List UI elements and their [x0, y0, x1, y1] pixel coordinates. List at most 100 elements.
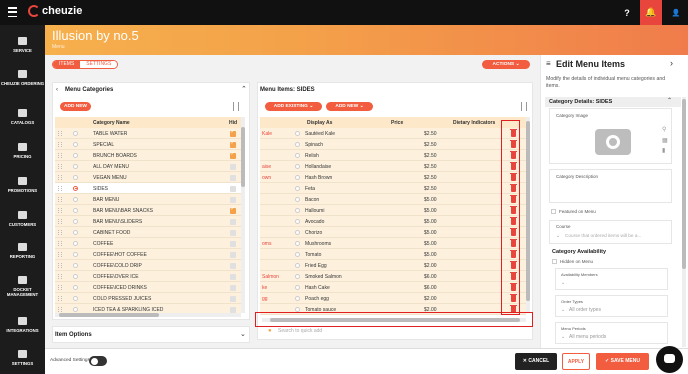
drag-handle-icon[interactable] — [58, 296, 62, 301]
tab-settings[interactable]: SETTINGS — [80, 61, 118, 68]
menu-item-row[interactable]: ke Hash Cake $6.00 — [260, 282, 526, 293]
category-radio[interactable] — [73, 295, 78, 301]
hide-checkbox[interactable] — [230, 185, 236, 192]
actions-button[interactable]: ACTIONS ⌄ — [482, 60, 530, 69]
item-radio[interactable] — [295, 185, 300, 191]
hide-checkbox[interactable] — [230, 229, 236, 236]
hide-checkbox[interactable] — [230, 218, 236, 225]
delete-image-icon[interactable]: ▮ — [662, 147, 665, 154]
user-icon[interactable]: 👤 — [665, 0, 687, 25]
drag-handle-icon[interactable] — [58, 241, 62, 246]
category-row[interactable]: BAR MENU\SLIDERS — [55, 216, 241, 227]
category-row[interactable]: SPECIAL — [55, 139, 241, 150]
hide-checkbox[interactable] — [230, 129, 236, 137]
item-radio[interactable] — [295, 163, 300, 169]
drag-handle-icon[interactable] — [58, 208, 62, 213]
sidebar-item-integrations[interactable]: INTEGRATIONS — [0, 317, 45, 333]
sidebar-item-reporting[interactable]: REPORTING — [0, 243, 45, 259]
item-radio[interactable] — [295, 273, 300, 279]
menu-item-row[interactable]: Bacon $5.00 — [260, 194, 526, 205]
menu-item-row[interactable]: Relish $2.50 — [260, 150, 526, 161]
course-select[interactable]: Course ⌄ Course that ordered items will … — [549, 220, 672, 244]
drag-handle-icon[interactable] — [58, 175, 62, 180]
drag-handle-icon[interactable] — [58, 164, 62, 169]
item-radio[interactable] — [295, 229, 300, 235]
item-radio[interactable] — [295, 130, 300, 136]
hide-checkbox[interactable] — [230, 163, 236, 170]
hide-checkbox[interactable] — [230, 140, 236, 148]
hide-checkbox[interactable] — [230, 306, 236, 313]
menu-item-row[interactable]: Salmon Smoked Salmon $6.00 — [260, 271, 526, 282]
menu-item-row[interactable]: Fried Egg $2.00 — [260, 260, 526, 271]
item-radio[interactable] — [295, 152, 300, 158]
sidebar-item-docket[interactable]: DOCKET MANAGEMENT — [0, 276, 45, 297]
category-row[interactable]: COFFEE\HOT COFFEE — [55, 249, 241, 260]
category-radio[interactable] — [73, 284, 78, 290]
category-row[interactable]: BAR MENU — [55, 194, 241, 205]
category-row[interactable]: ALL DAY MENU — [55, 161, 241, 172]
item-radio[interactable] — [295, 141, 300, 147]
menu-item-row[interactable]: Halloumi $5.00 — [260, 205, 526, 216]
sidebar-item-customers[interactable]: CUSTOMERS — [0, 211, 45, 227]
hide-checkbox[interactable] — [230, 284, 236, 291]
category-radio[interactable] — [73, 240, 78, 246]
category-radio[interactable] — [73, 185, 78, 191]
menu-item-row[interactable]: Feta $2.50 — [260, 183, 526, 194]
hamburger-menu-icon[interactable] — [8, 7, 17, 17]
cancel-button[interactable]: ✕ CANCEL — [515, 353, 557, 370]
close-panel-icon[interactable]: › — [670, 58, 673, 68]
drag-handle-icon[interactable] — [58, 219, 62, 224]
category-row[interactable]: COFFEE\ICED DRINKS — [55, 282, 241, 293]
menu-item-row[interactable]: own Hash Brown $2.50 — [260, 172, 526, 183]
category-row[interactable]: BRUNCH BOARDS — [55, 150, 241, 161]
category-row[interactable]: COLD PRESSED JUICES — [55, 293, 241, 304]
item-radio[interactable] — [295, 174, 300, 180]
category-row[interactable]: TABLE WATER — [55, 128, 241, 139]
category-description-field[interactable]: Category Description — [549, 169, 672, 203]
sidebar-item-service[interactable]: SERVICE — [0, 37, 45, 53]
menu-item-row[interactable]: gg Poach egg $2.00 — [260, 293, 526, 304]
drag-handle-icon[interactable] — [58, 230, 62, 235]
category-row[interactable]: VEGAN MENU — [55, 172, 241, 183]
category-row[interactable]: COFFEE — [55, 238, 241, 249]
item-radio[interactable] — [295, 196, 300, 202]
category-radio[interactable] — [73, 218, 78, 224]
item-options-panel[interactable]: Item Options ⌄ — [52, 326, 250, 343]
save-menu-button[interactable]: ✓ SAVE MENU — [596, 353, 649, 370]
tab-items[interactable]: ITEMS — [53, 61, 81, 68]
drag-handle-icon[interactable] — [58, 274, 62, 279]
hide-checkbox[interactable] — [230, 251, 236, 258]
edit-panel-scrollbar[interactable] — [682, 97, 686, 347]
category-row[interactable]: SIDES — [55, 183, 241, 194]
sidebar-item-catalogs[interactable]: CATALOGS — [0, 109, 45, 125]
drag-handle-icon[interactable] — [58, 252, 62, 257]
apply-button[interactable]: APPLY — [562, 353, 590, 370]
hide-checkbox[interactable] — [230, 151, 236, 159]
hide-checkbox[interactable] — [230, 273, 236, 280]
categories-scrollbar[interactable] — [241, 117, 245, 313]
drag-handle-icon[interactable] — [58, 263, 62, 268]
sidebar-item-promotions[interactable]: PROMOTIONS — [0, 177, 45, 193]
item-radio[interactable] — [295, 207, 300, 213]
category-radio[interactable] — [73, 130, 78, 136]
item-radio[interactable] — [295, 306, 300, 312]
add-new-item-button[interactable]: ADD NEW ⌄ — [326, 102, 373, 111]
advanced-settings-toggle[interactable] — [89, 356, 107, 366]
category-radio[interactable] — [73, 251, 78, 257]
hidden-checkbox[interactable] — [552, 259, 557, 264]
sidebar-item-settings[interactable]: SETTINGS — [0, 350, 45, 366]
sidebar-item-pricing[interactable]: PRICING — [0, 143, 45, 159]
category-row[interactable]: COFFEE\OVER ICE — [55, 271, 241, 282]
qr-icon[interactable]: ▦ — [662, 137, 668, 144]
drag-handle-icon[interactable] — [58, 142, 62, 147]
bell-icon[interactable]: 🔔 — [640, 0, 662, 25]
item-radio[interactable] — [295, 240, 300, 246]
item-radio[interactable] — [295, 218, 300, 224]
menu-item-row[interactable]: oms Mushrooms $5.00 — [260, 238, 526, 249]
hide-checkbox[interactable] — [230, 174, 236, 181]
menu-lines-icon[interactable]: ≡ — [546, 59, 551, 68]
order-types-select[interactable]: Order Types ⌄ All order types — [555, 295, 668, 317]
expand-chevron-icon[interactable]: ⌄ — [240, 330, 246, 338]
drag-handle-icon[interactable] — [58, 153, 62, 158]
category-radio[interactable] — [73, 207, 78, 213]
